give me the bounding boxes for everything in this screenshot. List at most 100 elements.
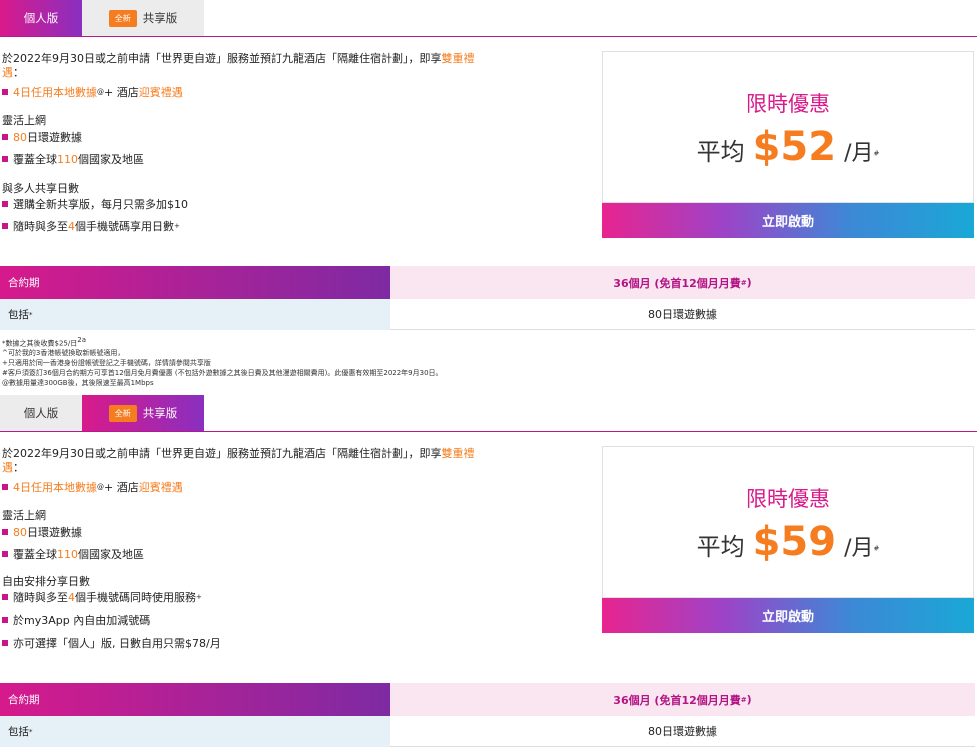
contract-term-row: 合約期 36個月 (免首12個月月費 #) — [0, 683, 975, 716]
benefit-personal-option: 亦可選擇「個人」版, 日數自用只需$78/月 — [2, 635, 221, 651]
benefit-share-numbers: 隨時與多至 4 個手機號碼同時使用服務 + — [2, 589, 202, 605]
tab-shared-label: 共享版 — [142, 11, 178, 25]
benefit-my3app-text: 於my3App 內自由加減號碼 — [13, 614, 151, 627]
intro-text-main: 於2022年9月30日或之前申請「世界更自遊」服務並預訂九龍酒店「隔離住宿計劃」… — [2, 447, 442, 460]
price-amount: $59 — [752, 519, 837, 565]
tab-personal-label: 個人版 — [23, 406, 59, 420]
benefit-share-numbers: 隨時與多至 4 個手機號碼享用日數 + — [2, 218, 180, 234]
intro-colon: ： — [13, 66, 24, 79]
tab-shared-label: 共享版 — [142, 406, 178, 420]
heading-flexible: 靈活上網 — [2, 114, 46, 127]
benefit-coverage-number: 110 — [57, 547, 78, 561]
promo-card: 限時優惠 平均 $52/月# — [602, 51, 974, 203]
benefit-coverage-number: 110 — [57, 152, 78, 166]
tab-shared[interactable]: 全新 共享版 — [82, 0, 204, 36]
activate-button[interactable]: 立即啟動 — [602, 598, 974, 633]
benefit-share-suffix: 個手機號碼享用日數 — [75, 220, 174, 233]
heading-flexible: 靈活上網 — [2, 509, 46, 522]
plan-tabs: 個人版 全新 共享版 — [0, 395, 977, 432]
footnote-sup: 2a — [77, 336, 86, 344]
plan-section-personal: 個人版 全新 共享版 於2022年9月30日或之前申請「世界更自遊」服務並預訂九… — [0, 0, 977, 335]
bullet-square-icon — [2, 594, 8, 600]
contract-term-row: 合約期 36個月 (免首12個月月費 #) — [0, 266, 975, 299]
new-badge: 全新 — [108, 9, 137, 27]
bullet-square-icon — [2, 201, 8, 207]
benefit-share-number: 4 — [68, 219, 75, 233]
tab-personal-label: 個人版 — [23, 11, 59, 25]
includes-label-sup: * — [29, 310, 33, 319]
contract-term-value: 36個月 (免首12個月月費 #) — [390, 683, 975, 716]
benefit-personal-option-text: 亦可選擇「個人」版, 日數自用只需$78/月 — [13, 637, 221, 650]
benefit-coverage-suffix: 個國家及地區 — [78, 153, 144, 166]
benefit-local-data-sup: @ — [97, 483, 104, 491]
heading-share: 自由安排分享日數 — [2, 575, 90, 588]
price-per-month: /月 — [844, 141, 874, 166]
benefit-coverage-suffix: 個國家及地區 — [78, 548, 144, 561]
bullet-square-icon — [2, 529, 8, 535]
price-average-label: 平均 — [696, 533, 745, 561]
tab-shared[interactable]: 全新 共享版 — [82, 395, 204, 431]
bullet-square-icon — [2, 156, 8, 162]
benefit-coverage: 覆蓋全球 110 個國家及地區 — [2, 151, 144, 167]
benefit-local-data-text: 4日任用本地數據 — [13, 481, 97, 494]
activate-button[interactable]: 立即啟動 — [602, 203, 974, 238]
intro-text-main: 於2022年9月30日或之前申請「世界更自遊」服務並預訂九龍酒店「隔離住宿計劃」… — [2, 52, 442, 65]
benefit-local-data: 4日任用本地數據 @ + 酒店 迎賓禮遇 — [2, 479, 183, 495]
benefit-roaming-days: 80 日環遊數據 — [2, 524, 82, 540]
includes-label-sup: * — [29, 727, 33, 736]
benefit-share-sup: + — [174, 222, 180, 230]
benefit-shared-addon-text: 選購全新共享版，每月只需多加$10 — [13, 198, 188, 211]
footnote-line: @數據用量達300GB後，其後限速至最高1Mbps — [2, 379, 154, 388]
footnote-line: *數據之其後收費$25/日2a — [2, 335, 602, 348]
benefit-roaming-text: 日環遊數據 — [27, 526, 82, 539]
price-sup: # — [873, 544, 880, 553]
contract-term-value: 36個月 (免首12個月月費 #) — [390, 266, 975, 299]
price-display: 平均 $59/月# — [603, 519, 973, 565]
contract-term-close: ) — [746, 276, 752, 289]
benefit-share-text: 隨時與多至 — [13, 220, 68, 233]
contract-term-text: 36個月 (免首12個月月費 — [613, 693, 741, 707]
benefit-roaming-number: 80 — [13, 130, 27, 144]
promo-card: 限時優惠 平均 $59/月# — [602, 446, 974, 598]
includes-label-text: 包括 — [8, 726, 29, 738]
bullet-square-icon — [2, 223, 8, 229]
intro-text: 於2022年9月30日或之前申請「世界更自遊」服務並預訂九龍酒店「隔離住宿計劃」… — [2, 52, 492, 80]
includes-row: 包括 * 80日環遊數據 — [0, 716, 975, 747]
benefit-local-data-text: 4日任用本地數據 — [13, 86, 97, 99]
benefit-hotel-text: + 酒店 — [104, 86, 139, 99]
contract-term-close: ) — [746, 693, 752, 706]
contract-term-label: 合約期 — [0, 683, 390, 716]
benefit-share-number: 4 — [68, 590, 75, 604]
price-per-month: /月 — [844, 536, 874, 561]
contract-term-text: 36個月 (免首12個月月費 — [613, 276, 741, 290]
footnote-text: *數據之其後收費$25/日 — [2, 339, 78, 348]
benefit-local-data: 4日任用本地數據 @ + 酒店 迎賓禮遇 — [2, 84, 183, 100]
benefit-coverage-text: 覆蓋全球 — [13, 548, 57, 561]
plan-section-shared: 個人版 全新 共享版 於2022年9月30日或之前申請「世界更自遊」服務並預訂九… — [0, 395, 977, 752]
heading-share: 與多人共享日數 — [2, 182, 79, 195]
promo-title: 限時優惠 — [746, 487, 830, 511]
benefit-local-data-sup: @ — [97, 88, 104, 96]
bullet-square-icon — [2, 551, 8, 557]
benefit-share-sup: + — [196, 593, 202, 601]
footnote-line: ^可於我的3香港帳號換取新帳號適用， — [2, 349, 125, 358]
footnote-line: #客戶須簽訂36個月合約期方可享首12個月免月費優惠 (不包括外遊數據之其後日費… — [2, 369, 443, 378]
includes-value: 80日環遊數據 — [390, 299, 975, 330]
benefit-roaming-days: 80 日環遊數據 — [2, 129, 82, 145]
includes-label: 包括 * — [0, 716, 390, 747]
benefit-coverage: 覆蓋全球 110 個國家及地區 — [2, 546, 144, 562]
benefit-roaming-number: 80 — [13, 525, 27, 539]
benefit-roaming-text: 日環遊數據 — [27, 131, 82, 144]
includes-label-text: 包括 — [8, 309, 29, 321]
benefit-my3app: 於my3App 內自由加減號碼 — [2, 612, 150, 628]
benefit-hotel-text: + 酒店 — [104, 481, 139, 494]
tab-personal[interactable]: 個人版 — [0, 395, 82, 431]
footnote-text: +只適用於同一香港身份證帳號登記之手機號碼，詳情請參閱共享版 — [2, 359, 211, 368]
benefit-hotel-highlight: 迎賓禮遇 — [138, 86, 183, 99]
price-amount: $52 — [752, 124, 837, 170]
benefit-hotel-highlight: 迎賓禮遇 — [138, 481, 183, 494]
benefit-share-text: 隨時與多至 — [13, 591, 68, 604]
tab-personal[interactable]: 個人版 — [0, 0, 82, 36]
benefit-shared-addon: 選購全新共享版，每月只需多加$10 — [2, 196, 188, 212]
bullet-square-icon — [2, 134, 8, 140]
